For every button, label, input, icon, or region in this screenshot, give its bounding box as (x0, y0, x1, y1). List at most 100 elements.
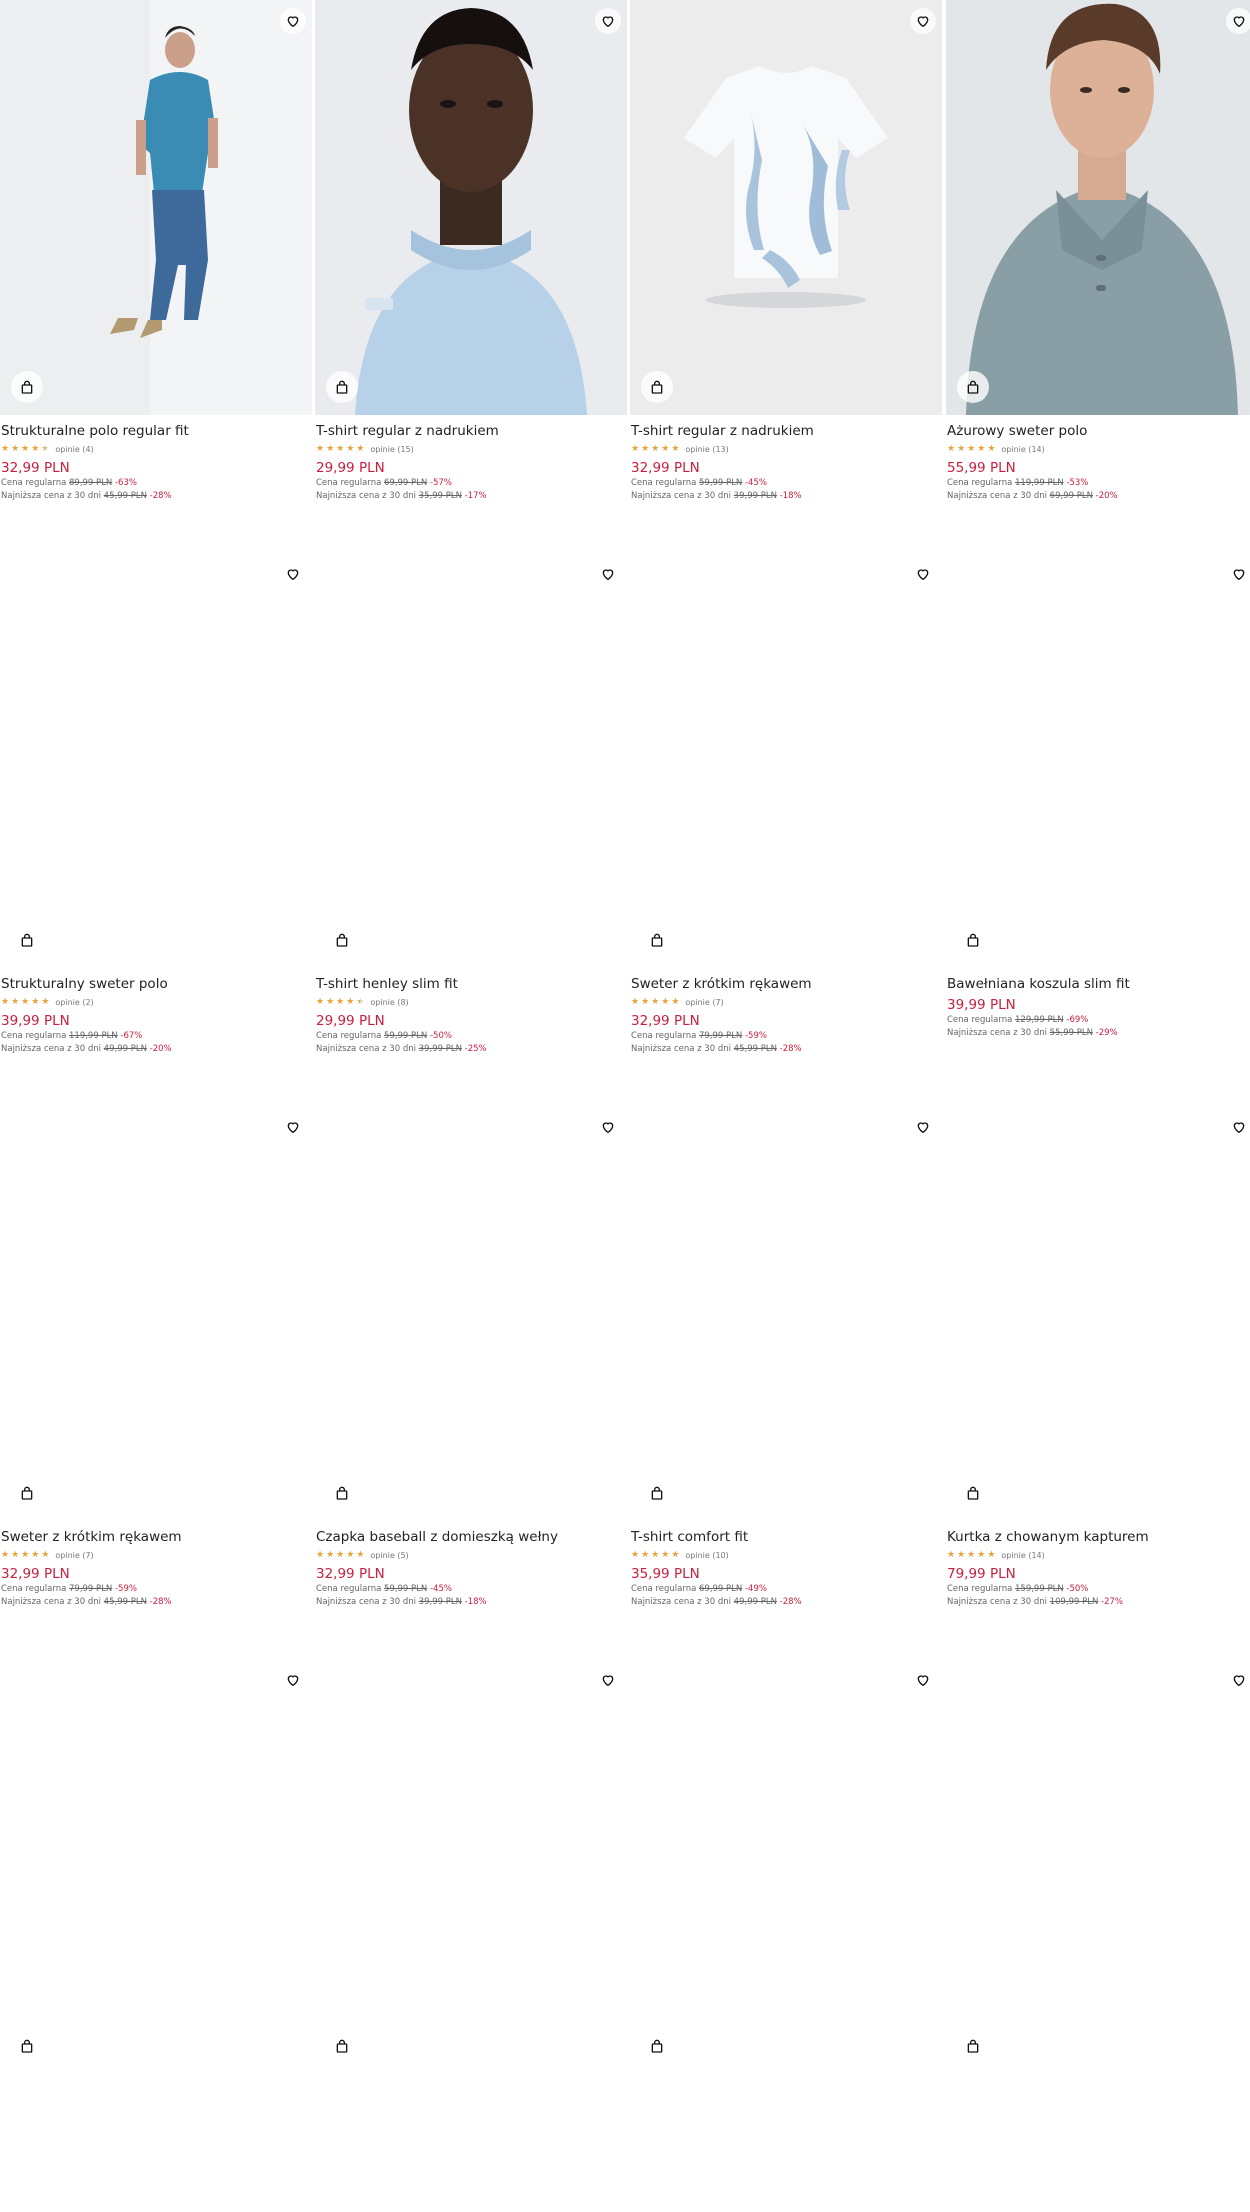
product-image[interactable] (0, 553, 312, 968)
product-card[interactable]: Kurtka z chowanym kapturem ★ ★ ★ ★ ★ opinie (1… (946, 1106, 1250, 1659)
heart-icon[interactable] (595, 8, 621, 34)
product-image[interactable] (315, 0, 627, 415)
product-image[interactable] (946, 553, 1250, 968)
shopping-bag-icon[interactable] (326, 924, 358, 956)
product-image[interactable] (946, 0, 1250, 415)
product-image[interactable] (630, 1659, 942, 2074)
heart-icon[interactable] (280, 561, 306, 587)
product-image[interactable] (315, 1659, 627, 2074)
product-card[interactable]: Sweter z krótkim rękawem ★ ★ ★ ★ ★ opinie (7) 3… (630, 553, 942, 1106)
shopping-bag-icon[interactable] (957, 2030, 989, 2062)
shopping-bag-icon[interactable] (641, 924, 673, 956)
star-icon: ★ (957, 1550, 966, 1560)
shopping-bag-icon[interactable] (641, 2030, 673, 2062)
product-name[interactable]: Strukturalne polo regular fit (1, 422, 309, 440)
product-card[interactable] (630, 1659, 942, 2212)
rating[interactable]: ★ ★ ★ ★ ★ opinie (7) (1, 1549, 309, 1562)
shopping-bag-icon[interactable] (326, 1477, 358, 1509)
heart-icon[interactable] (595, 1667, 621, 1693)
product-image[interactable] (630, 553, 942, 968)
heart-icon[interactable] (910, 1114, 936, 1140)
lowest-discount: -18% (779, 491, 802, 501)
rating[interactable]: ★ ★ ★ ★ ★ opinie (2) (1, 996, 309, 1009)
product-card[interactable]: Ażurowy sweter polo ★ ★ ★ ★ ★ opinie (14) 55,99… (946, 0, 1250, 553)
star-icon: ★ (21, 1550, 30, 1560)
product-card[interactable]: Czapka baseball z domieszką wełny ★ ★ ★ ★ ★ op… (315, 1106, 627, 1659)
rating[interactable]: ★ ★ ★ ★ ★ opinie (10) (631, 1549, 939, 1562)
product-name[interactable]: Sweter z krótkim rękawem (631, 975, 939, 993)
product-image[interactable] (0, 0, 312, 415)
heart-icon[interactable] (910, 561, 936, 587)
product-card[interactable] (0, 1659, 312, 2212)
rating[interactable]: ★ ★ ★ ★ ★ opinie (14) (947, 443, 1250, 456)
product-card[interactable]: Bawełniana koszula slim fit 39,99 PLN Cena… (946, 553, 1250, 1106)
product-image[interactable] (315, 1106, 627, 1521)
shopping-bag-icon[interactable] (11, 1477, 43, 1509)
shopping-bag-icon[interactable] (957, 371, 989, 403)
product-info: Kurtka z chowanym kapturem ★ ★ ★ ★ ★ opinie (1… (947, 1528, 1250, 1609)
product-name[interactable]: Czapka baseball z domieszką wełny (316, 1528, 624, 1546)
shopping-bag-icon[interactable] (957, 1477, 989, 1509)
regular-discount: -59% (114, 1584, 137, 1594)
rating[interactable]: ★ ★ ★ ★ ★ opinie (7) (631, 996, 939, 1009)
product-card[interactable]: T-shirt regular z nadrukiem ★ ★ ★ ★ ★ opinie (… (315, 0, 627, 553)
heart-icon[interactable] (280, 1114, 306, 1140)
rating[interactable]: ★ ★ ★ ★ ★ opinie (15) (316, 443, 624, 456)
product-image[interactable] (946, 1106, 1250, 1521)
shopping-bag-icon[interactable] (641, 371, 673, 403)
product-card[interactable]: T-shirt regular z nadrukiem ★ ★ ★ ★ ★ opinie (… (630, 0, 942, 553)
heart-icon[interactable] (1226, 561, 1250, 587)
product-image[interactable] (315, 553, 627, 968)
heart-icon[interactable] (910, 1667, 936, 1693)
regular-price-old: 59,99 PLN (699, 478, 743, 488)
product-card[interactable] (315, 1659, 627, 2212)
regular-price-label: Cena regularna (947, 478, 1013, 488)
lowest-price: Najniższa cena z 30 dni 39,99 PLN -18% (316, 1596, 624, 1609)
lowest-price-label: Najniższa cena z 30 dni (316, 491, 416, 501)
rating[interactable]: ★ ★ ★ ★ ★ opinie (14) (947, 1549, 1250, 1562)
product-name[interactable]: Strukturalny sweter polo (1, 975, 309, 993)
heart-icon[interactable] (280, 1667, 306, 1693)
product-card[interactable]: Strukturalne polo regular fit ★ ★ ★ ★ ★ opinie… (0, 0, 312, 553)
rating[interactable]: ★ ★ ★ ★ ★ opinie (13) (631, 443, 939, 456)
product-name[interactable]: Sweter z krótkim rękawem (1, 1528, 309, 1546)
star-icon: ★ (31, 997, 40, 1007)
lowest-price-old: 49,99 PLN (103, 1044, 147, 1054)
shopping-bag-icon[interactable] (957, 924, 989, 956)
product-name[interactable]: Bawełniana koszula slim fit (947, 975, 1250, 993)
heart-icon[interactable] (1226, 1114, 1250, 1140)
product-name[interactable]: T-shirt comfort fit (631, 1528, 939, 1546)
heart-icon[interactable] (1226, 8, 1250, 34)
product-card[interactable]: Sweter z krótkim rękawem ★ ★ ★ ★ ★ opinie (7) 3… (0, 1106, 312, 1659)
product-name[interactable]: Ażurowy sweter polo (947, 422, 1250, 440)
shopping-bag-icon[interactable] (11, 924, 43, 956)
shopping-bag-icon[interactable] (326, 371, 358, 403)
product-name[interactable]: T-shirt regular z nadrukiem (631, 422, 939, 440)
shopping-bag-icon[interactable] (326, 2030, 358, 2062)
shopping-bag-icon[interactable] (11, 371, 43, 403)
product-image[interactable] (0, 1659, 312, 2074)
product-card[interactable]: T-shirt henley slim fit ★ ★ ★ ★ ★ opinie (8) 29… (315, 553, 627, 1106)
heart-icon[interactable] (1226, 1667, 1250, 1693)
product-name[interactable]: T-shirt henley slim fit (316, 975, 624, 993)
shopping-bag-icon[interactable] (11, 2030, 43, 2062)
heart-icon[interactable] (280, 8, 306, 34)
heart-icon[interactable] (595, 1114, 621, 1140)
product-photo (315, 0, 627, 415)
product-image[interactable] (630, 0, 942, 415)
product-image[interactable] (630, 1106, 942, 1521)
product-card[interactable] (946, 1659, 1250, 2212)
product-image[interactable] (0, 1106, 312, 1521)
product-card[interactable]: T-shirt comfort fit ★ ★ ★ ★ ★ opinie (10) 35,99… (630, 1106, 942, 1659)
rating[interactable]: ★ ★ ★ ★ ★ opinie (5) (316, 1549, 624, 1562)
shopping-bag-icon[interactable] (641, 1477, 673, 1509)
heart-icon[interactable] (910, 8, 936, 34)
heart-icon[interactable] (595, 561, 621, 587)
rating[interactable]: ★ ★ ★ ★ ★ opinie (8) (316, 996, 624, 1009)
rating[interactable]: ★ ★ ★ ★ ★ opinie (4) (1, 443, 309, 456)
product-card[interactable]: Strukturalny sweter polo ★ ★ ★ ★ ★ opinie (2) 3… (0, 553, 312, 1106)
product-image[interactable] (946, 1659, 1250, 2074)
regular-price-label: Cena regularna (1, 1584, 67, 1594)
product-name[interactable]: Kurtka z chowanym kapturem (947, 1528, 1250, 1546)
product-name[interactable]: T-shirt regular z nadrukiem (316, 422, 624, 440)
